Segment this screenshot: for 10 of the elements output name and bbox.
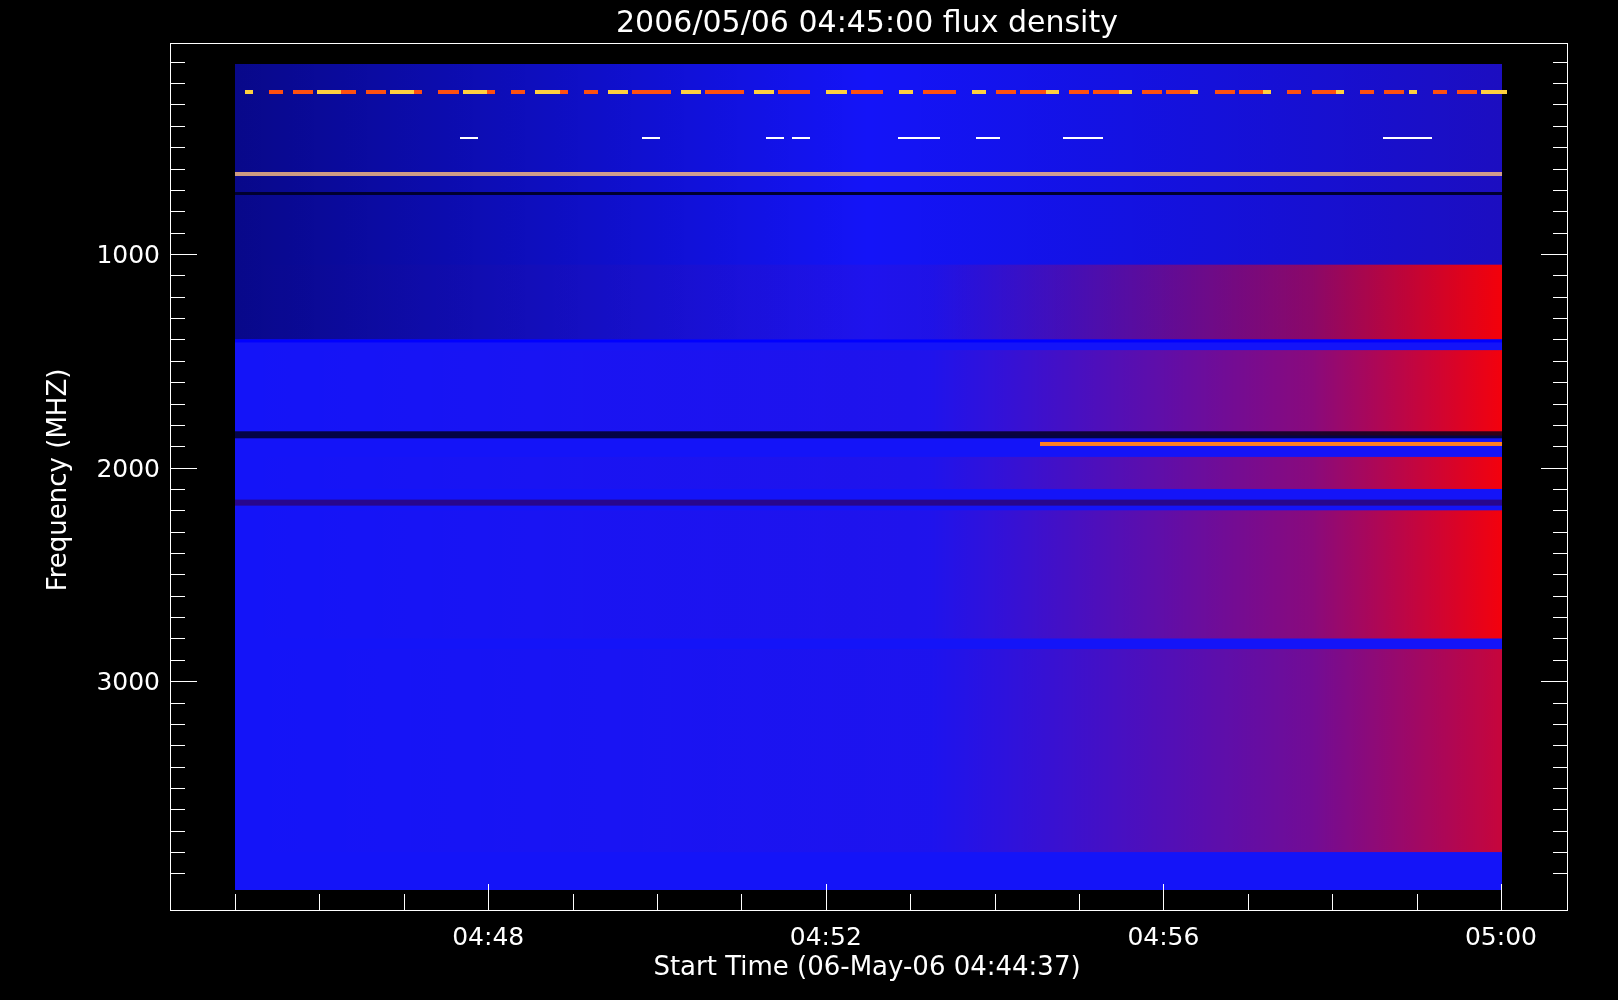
y-axis-label: Frequency (MHZ) bbox=[42, 368, 72, 592]
axis-tick-label: 04:52 bbox=[789, 922, 862, 951]
axis-tick-label: 04:48 bbox=[452, 922, 525, 951]
axis-tick-label: 05:00 bbox=[1465, 922, 1537, 951]
chart-title: 2006/05/06 04:45:00 flux density bbox=[616, 4, 1118, 39]
axis-tick-label: 1000 bbox=[96, 240, 160, 269]
axis-tick-label: 2000 bbox=[96, 453, 160, 483]
axis-tick-label: 04:56 bbox=[1127, 922, 1200, 951]
x-axis-label: Start Time (06-May-06 04:44:37) bbox=[653, 951, 1081, 981]
axis-tick-label: 3000 bbox=[96, 667, 160, 697]
